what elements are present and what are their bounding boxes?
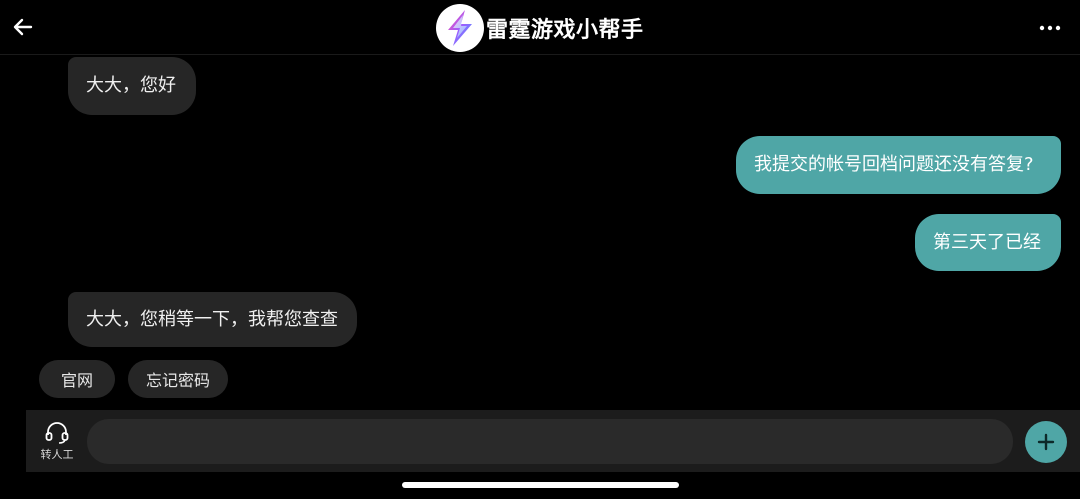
transfer-to-agent-label: 转人工 [40,448,74,461]
transfer-to-agent-button[interactable]: 转人工 [36,420,78,466]
input-bar: 转人工 [26,410,1080,472]
more-options-button[interactable] [1036,14,1064,42]
thunder-logo-icon [448,10,472,46]
message-input[interactable] [87,419,1013,464]
plus-icon [1037,433,1055,451]
outgoing-message: 我提交的帐号回档问题还没有答复? [736,136,1061,194]
arrow-left-icon [13,18,33,36]
quick-reply-official-site[interactable]: 官网 [39,360,115,398]
chat-header: 雷霆游戏小帮手 [0,0,1080,55]
message-text: 第三天了已经 [933,231,1041,253]
quick-reply-label: 忘记密码 [145,371,210,390]
incoming-message: 大大，您稍等一下，我帮您查查 [68,292,357,347]
quick-reply-label: 官网 [60,371,93,390]
home-indicator[interactable] [402,482,679,488]
outgoing-message: 第三天了已经 [915,214,1061,271]
headset-icon [45,422,69,444]
message-text: 大大，您好 [86,75,176,96]
message-text: 我提交的帐号回档问题还没有答复? [754,154,1034,175]
chat-title-group: 雷霆游戏小帮手 [436,4,644,52]
chat-screen: 雷霆游戏小帮手 大大，您好 我提交的帐号回档问题还没有答复? 第三天了已经 大大… [0,0,1080,499]
page-title: 雷霆游戏小帮手 [486,18,644,43]
more-actions-button[interactable] [1025,421,1067,463]
back-button[interactable] [8,12,38,42]
quick-reply-forgot-password[interactable]: 忘记密码 [128,360,228,398]
incoming-message: 大大，您好 [68,57,196,115]
avatar [436,4,484,52]
more-horizontal-icon [1039,25,1061,31]
message-text: 大大，您稍等一下，我帮您查查 [86,308,338,330]
